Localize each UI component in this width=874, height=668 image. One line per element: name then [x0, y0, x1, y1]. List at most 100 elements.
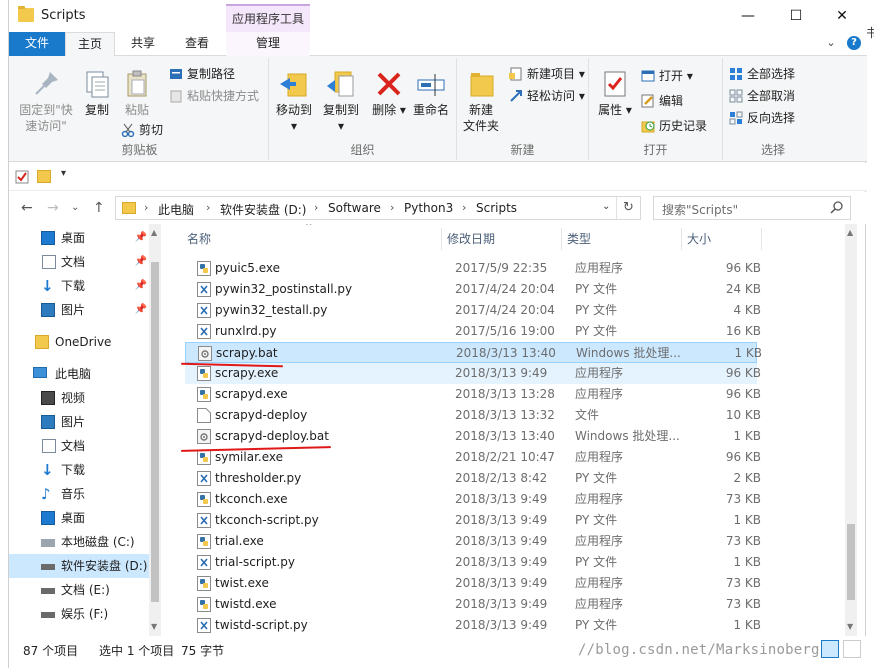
search-icon[interactable] — [830, 200, 844, 217]
nav-item-documents[interactable]: 文档 — [9, 434, 149, 458]
table-row[interactable]: scrapyd.exe 2018/3/13 13:28 应用程序 96 KB — [185, 384, 761, 405]
nav-item-drive-c[interactable]: 本地磁盘 (C:) — [9, 530, 149, 554]
address-box[interactable]: › 此电脑 › 软件安装盘 (D:) › Software › Python3 … — [115, 196, 641, 220]
pin-icon[interactable]: 📌 — [135, 226, 147, 250]
recent-chevron-icon[interactable]: ⌄ — [71, 202, 79, 213]
scroll-up-icon[interactable]: ▲ — [151, 228, 157, 237]
minimize-button[interactable]: — — [725, 2, 771, 30]
nav-scrollbar[interactable]: ▲ ▼ — [149, 224, 161, 636]
up-arrow-icon[interactable]: ↑ — [93, 200, 105, 216]
column-header-type[interactable]: 类型 — [567, 230, 591, 247]
nav-item-drive-f[interactable]: 娱乐 (F:) — [9, 602, 149, 626]
title-bar[interactable]: Scripts 应用程序工具 — ☐ ✕ — [9, 0, 867, 32]
nav-item-downloads-pinned[interactable]: ↓ 下载 📌 — [9, 274, 149, 298]
table-row[interactable]: symilar.exe 2018/2/21 10:47 应用程序 96 KB — [185, 447, 761, 468]
table-row[interactable]: trial.exe 2018/3/13 9:49 应用程序 73 KB — [185, 531, 761, 552]
forward-arrow-icon[interactable]: → — [47, 200, 59, 216]
new-item-button[interactable]: 新建项目 ▾ — [509, 64, 585, 84]
edit-button[interactable]: 编辑 — [641, 91, 683, 111]
tab-view[interactable]: 查看 — [171, 32, 223, 56]
breadcrumb-scripts[interactable]: Scripts — [476, 201, 517, 215]
nav-item-desktop[interactable]: 桌面 — [9, 506, 149, 530]
tab-home[interactable]: 主页 — [65, 32, 115, 57]
breadcrumb-separator[interactable]: › — [144, 201, 148, 214]
nav-item-pictures[interactable]: 图片 — [9, 410, 149, 434]
table-row[interactable]: scrapyd-deploy 2018/3/13 13:32 文件 10 KB — [185, 405, 761, 426]
cut-button[interactable]: 剪切 — [121, 120, 163, 140]
nav-item-pictures-pinned[interactable]: 图片 📌 — [9, 298, 149, 322]
table-row[interactable]: pywin32_postinstall.py 2017/4/24 20:04 PY … — [185, 279, 761, 300]
breadcrumb-separator[interactable]: › — [314, 201, 318, 214]
file-list-scrollbar-thumb[interactable] — [847, 524, 855, 600]
move-to-button[interactable]: 移动到 ▾ — [273, 68, 315, 134]
nav-item-documents-pinned[interactable]: 文档 📌 — [9, 250, 149, 274]
scroll-up-icon[interactable]: ▲ — [847, 228, 853, 237]
file-list-scrollbar[interactable]: ▲ ▼ — [845, 224, 857, 636]
easy-access-button[interactable]: 轻松访问 ▾ — [509, 86, 585, 106]
breadcrumb-separator[interactable]: › — [462, 201, 466, 214]
copy-to-button[interactable]: 复制到 ▾ — [319, 68, 363, 134]
chevron-down-icon[interactable]: ⌄ — [823, 36, 839, 50]
new-folder-small-icon[interactable] — [37, 170, 51, 183]
tab-file[interactable]: 文件 — [9, 32, 65, 56]
paste-shortcut-button[interactable]: 粘贴快捷方式 — [169, 86, 259, 106]
tab-share[interactable]: 共享 — [117, 32, 169, 56]
column-separator[interactable] — [681, 228, 682, 250]
nav-item-videos[interactable]: 视频 — [9, 386, 149, 410]
copy-path-button[interactable]: 复制路径 — [169, 64, 235, 84]
refresh-icon[interactable]: ↻ — [616, 197, 640, 219]
customize-qat-icon[interactable]: ▾ — [61, 168, 66, 179]
nav-item-this-pc[interactable]: 此电脑 — [9, 362, 149, 386]
pin-quick-access-button[interactable]: 固定到"快 速访问" — [15, 68, 77, 134]
column-separator[interactable] — [561, 228, 562, 250]
copy-button[interactable]: 复制 — [77, 68, 117, 118]
rename-button[interactable]: 重命名 — [409, 68, 453, 118]
scroll-down-icon[interactable]: ▼ — [847, 622, 853, 631]
table-row[interactable]: scrapyd-deploy.bat 2018/3/13 13:40 Windows… — [185, 426, 761, 447]
table-row[interactable]: twistd.exe 2018/3/13 9:49 应用程序 73 KB — [185, 594, 761, 615]
nav-scrollbar-thumb[interactable] — [151, 262, 159, 602]
breadcrumb-separator[interactable]: › — [206, 201, 210, 214]
nav-item-drive-d[interactable]: 软件安装盘 (D:) — [9, 554, 149, 578]
details-view-icon[interactable] — [821, 640, 839, 658]
history-button[interactable]: 历史记录 — [641, 116, 707, 136]
invert-selection-button[interactable]: 反向选择 — [729, 108, 795, 128]
nav-item-downloads[interactable]: ↓ 下载 — [9, 458, 149, 482]
select-all-button[interactable]: 全部选择 — [729, 64, 795, 84]
column-separator[interactable] — [761, 228, 762, 250]
table-row[interactable]: scrapy.bat 2018/3/13 13:40 Windows 批处理... 1… — [185, 342, 762, 363]
table-row[interactable]: tkconch.exe 2018/3/13 9:49 应用程序 73 KB — [185, 489, 761, 510]
table-row[interactable]: twistd-script.py 2018/3/13 9:49 PY 文件 1 KB — [185, 615, 761, 636]
nav-item-desktop-pinned[interactable]: 桌面 📌 — [9, 226, 149, 250]
open-button[interactable]: 打开 ▾ — [641, 66, 693, 86]
column-header-name[interactable]: 名称 — [187, 230, 211, 247]
table-row[interactable]: pywin32_testall.py 2017/4/24 20:04 PY 文件 4 … — [185, 300, 761, 321]
address-history-chevron-icon[interactable]: ⌄ — [602, 201, 610, 212]
breadcrumb-this-pc[interactable]: 此电脑 — [158, 201, 194, 218]
properties-small-icon[interactable] — [15, 170, 29, 187]
pin-icon[interactable]: 📌 — [135, 298, 147, 322]
pin-icon[interactable]: 📌 — [135, 274, 147, 298]
tab-manage[interactable]: 管理 — [226, 32, 310, 56]
table-row[interactable]: tkconch-script.py 2018/3/13 9:49 PY 文件 1 KB — [185, 510, 761, 531]
breadcrumb-software[interactable]: Software — [328, 201, 381, 215]
nav-item-onedrive[interactable]: OneDrive — [9, 330, 149, 354]
delete-button[interactable]: 删除 ▾ — [371, 68, 407, 118]
table-row[interactable]: thresholder.py 2018/2/13 8:42 PY 文件 2 KB — [185, 468, 761, 489]
close-button[interactable]: ✕ — [819, 2, 865, 30]
search-input[interactable]: 搜索"Scripts" — [653, 196, 851, 220]
breadcrumb-python3[interactable]: Python3 — [404, 201, 453, 215]
nav-item-music[interactable]: ♪ 音乐 — [9, 482, 149, 506]
table-row[interactable]: trial-script.py 2018/3/13 9:49 PY 文件 1 KB — [185, 552, 761, 573]
breadcrumb-separator[interactable]: › — [390, 201, 394, 214]
column-header-date[interactable]: 修改日期 — [447, 230, 495, 247]
table-row[interactable]: runxlrd.py 2017/5/16 19:00 PY 文件 16 KB — [185, 321, 761, 342]
table-row[interactable]: pyuic5.exe 2017/5/9 22:35 应用程序 96 KB — [185, 258, 761, 279]
large-icons-view-icon[interactable] — [843, 640, 861, 658]
help-icon[interactable]: ? — [847, 36, 861, 50]
back-arrow-icon[interactable]: ← — [21, 200, 33, 216]
scroll-down-icon[interactable]: ▼ — [151, 622, 157, 631]
properties-button[interactable]: 属性 ▾ — [595, 68, 635, 118]
table-row[interactable]: twist.exe 2018/3/13 9:49 应用程序 73 KB — [185, 573, 761, 594]
new-folder-button[interactable]: 新建 文件夹 — [461, 68, 501, 134]
